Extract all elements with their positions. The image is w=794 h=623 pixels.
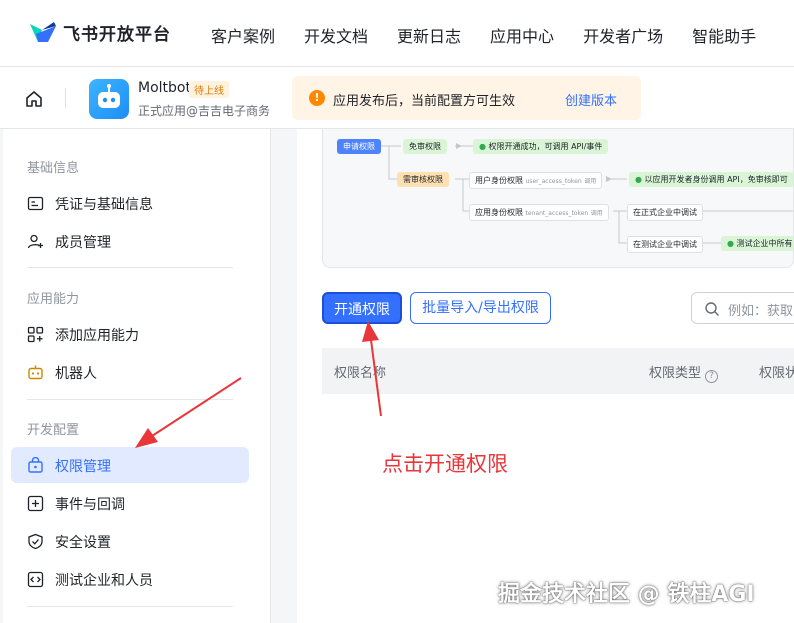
create-version-link[interactable]: 创建版本 bbox=[565, 90, 617, 109]
flow-success-text: 权限开通成功，可调用 API/事件 bbox=[488, 142, 603, 151]
sidebar-item-label: 凭证与基础信息 bbox=[55, 197, 153, 213]
column-permission-name: 权限名称 bbox=[334, 366, 387, 381]
sidebar-item-label: 权限管理 bbox=[55, 459, 111, 475]
section-title-capabilities: 应用能力 bbox=[27, 292, 80, 307]
flow-app-perm-label: 应用身份权限 bbox=[475, 208, 523, 217]
flow-user-result-a: 以应用开发者身份 bbox=[644, 175, 709, 184]
notice-text: 应用发布后，当前配置方可生效 bbox=[333, 94, 516, 109]
app-avatar bbox=[89, 79, 129, 119]
column-permission-type: 权限类型? bbox=[649, 362, 719, 383]
flow-node-user-result: ● 以应用开发者身份调用 API，免审核即可 bbox=[629, 172, 793, 187]
sidebar-item-label: 事件与回调 bbox=[55, 497, 125, 513]
permission-table-header: 权限名称 权限类型? 权限状 bbox=[322, 348, 794, 394]
member-icon bbox=[27, 234, 43, 249]
shield-icon bbox=[28, 533, 43, 550]
feishu-logo-icon[interactable] bbox=[28, 20, 58, 46]
column-permission-status: 权限状 bbox=[759, 366, 794, 381]
sidebar-item-label: 添加应用能力 bbox=[55, 328, 139, 344]
divider bbox=[27, 606, 233, 607]
flow-node-formal: 在正式企业中调试 bbox=[627, 204, 703, 221]
warning-icon: ! bbox=[309, 90, 325, 106]
flow-app-token: tenant_access_token bbox=[525, 210, 589, 217]
batch-import-export-button[interactable]: 批量导入/导出权限 bbox=[410, 292, 551, 324]
divider bbox=[27, 399, 233, 400]
sidebar-item-members[interactable]: 成员管理 bbox=[11, 223, 249, 259]
annotation-text: 点击开通权限 bbox=[382, 452, 508, 476]
flow-node-user-perm: 用户身份权限 user_access_token 调用 bbox=[469, 172, 603, 189]
column-permission-type-label: 权限类型 bbox=[649, 366, 702, 381]
flow-user-result-b: 调用 API，免审核即可 bbox=[708, 175, 788, 184]
nav-link-changelog[interactable]: 更新日志 bbox=[397, 23, 461, 47]
event-icon bbox=[27, 495, 44, 512]
sidebar-item-events[interactable]: 事件与回调 bbox=[11, 485, 249, 521]
flow-user-token: user_access_token bbox=[525, 178, 582, 185]
divider bbox=[65, 88, 66, 108]
help-icon[interactable]: ? bbox=[705, 370, 719, 383]
nav-link-docs[interactable]: 开发文档 bbox=[304, 23, 368, 47]
top-navbar: 飞书开放平台 客户案例 开发文档 更新日志 应用中心 开发者广场 智能助手 bbox=[0, 0, 794, 67]
sidebar-item-label: 安全设置 bbox=[55, 535, 111, 551]
app-name: Moltbot bbox=[138, 80, 191, 96]
nav-link-cases[interactable]: 客户案例 bbox=[211, 23, 275, 47]
sidebar-item-robot[interactable]: 机器人 bbox=[11, 354, 249, 390]
main-content: 申请权限 免审权限 ● 权限开通成功，可调用 API/事件 需审核权限 用户身份… bbox=[297, 129, 794, 623]
nav-link-app-center[interactable]: 应用中心 bbox=[490, 23, 554, 47]
search-input[interactable]: 例如：获取 bbox=[691, 292, 794, 324]
app-subtitle: 正式应用@吉吉电子商务 bbox=[138, 104, 271, 118]
flow-test-result-a: 测试企业 bbox=[736, 239, 769, 248]
watermark: 掘金技术社区 @ 铁柱AGI bbox=[498, 582, 755, 607]
credential-icon bbox=[27, 196, 44, 211]
sidebar-item-permissions[interactable]: 权限管理 bbox=[11, 447, 249, 483]
check-icon: ● bbox=[727, 239, 734, 248]
search-placeholder: 例如：获取 bbox=[728, 304, 794, 319]
permission-flow-diagram: 申请权限 免审权限 ● 权限开通成功，可调用 API/事件 需审核权限 用户身份… bbox=[322, 129, 794, 268]
flow-call-label: 调用 bbox=[584, 178, 597, 185]
flow-user-perm-label: 用户身份权限 bbox=[475, 176, 523, 185]
section-title-basic: 基础信息 bbox=[27, 161, 80, 176]
flow-node-app-perm: 应用身份权限 tenant_access_token 调用 bbox=[469, 204, 609, 221]
nav-link-assistant[interactable]: 智能助手 bbox=[692, 23, 756, 47]
flow-node-test: 在测试企业中调试 bbox=[627, 236, 703, 253]
flow-node-test-result: ● 测试企业中所有 bbox=[721, 236, 793, 251]
flow-node-success: ● 权限开通成功，可调用 API/事件 bbox=[473, 139, 609, 154]
home-icon[interactable] bbox=[24, 89, 44, 109]
sidebar: 基础信息 凭证与基础信息 成员管理 应用能力 添加应用能力 机器人 开发配置 权… bbox=[3, 129, 271, 623]
search-icon bbox=[705, 302, 719, 316]
flow-node-apply: 申请权限 bbox=[337, 139, 381, 154]
section-title-dev-config: 开发配置 bbox=[27, 423, 80, 438]
code-icon bbox=[27, 571, 44, 588]
robot-icon bbox=[28, 365, 43, 380]
sidebar-item-label: 测试企业和人员 bbox=[55, 573, 153, 589]
sidebar-item-credentials[interactable]: 凭证与基础信息 bbox=[11, 185, 249, 221]
flow-node-review: 需审核权限 bbox=[397, 172, 449, 187]
sidebar-item-security[interactable]: 安全设置 bbox=[11, 523, 249, 559]
nav-link-dev-square[interactable]: 开发者广场 bbox=[583, 23, 663, 47]
main-nav: 客户案例 开发文档 更新日志 应用中心 开发者广场 智能助手 bbox=[211, 23, 785, 47]
sidebar-item-test-enterprise[interactable]: 测试企业和人员 bbox=[11, 561, 249, 597]
publish-notice: ! 应用发布后，当前配置方可生效 创建版本 bbox=[292, 76, 641, 120]
sidebar-item-label: 机器人 bbox=[55, 366, 97, 382]
divider bbox=[27, 267, 233, 268]
flow-test-result-b: 中所有 bbox=[768, 239, 793, 248]
robot-avatar-icon bbox=[98, 84, 120, 108]
enable-permission-button[interactable]: 开通权限 bbox=[322, 292, 402, 324]
check-icon: ● bbox=[479, 142, 486, 151]
status-badge: 待上线 bbox=[189, 81, 229, 98]
app-header: Moltbot 待上线 正式应用@吉吉电子商务 ! 应用发布后，当前配置方可生效… bbox=[0, 67, 794, 129]
brand-title[interactable]: 飞书开放平台 bbox=[63, 20, 171, 45]
flow-call-label: 调用 bbox=[590, 210, 603, 217]
sidebar-item-add-capability[interactable]: 添加应用能力 bbox=[11, 316, 249, 352]
flow-node-free: 免审权限 bbox=[403, 139, 447, 154]
sidebar-item-label: 成员管理 bbox=[55, 235, 111, 251]
check-icon: ● bbox=[635, 175, 642, 184]
add-capability-icon bbox=[27, 326, 44, 343]
permission-icon bbox=[28, 457, 43, 473]
